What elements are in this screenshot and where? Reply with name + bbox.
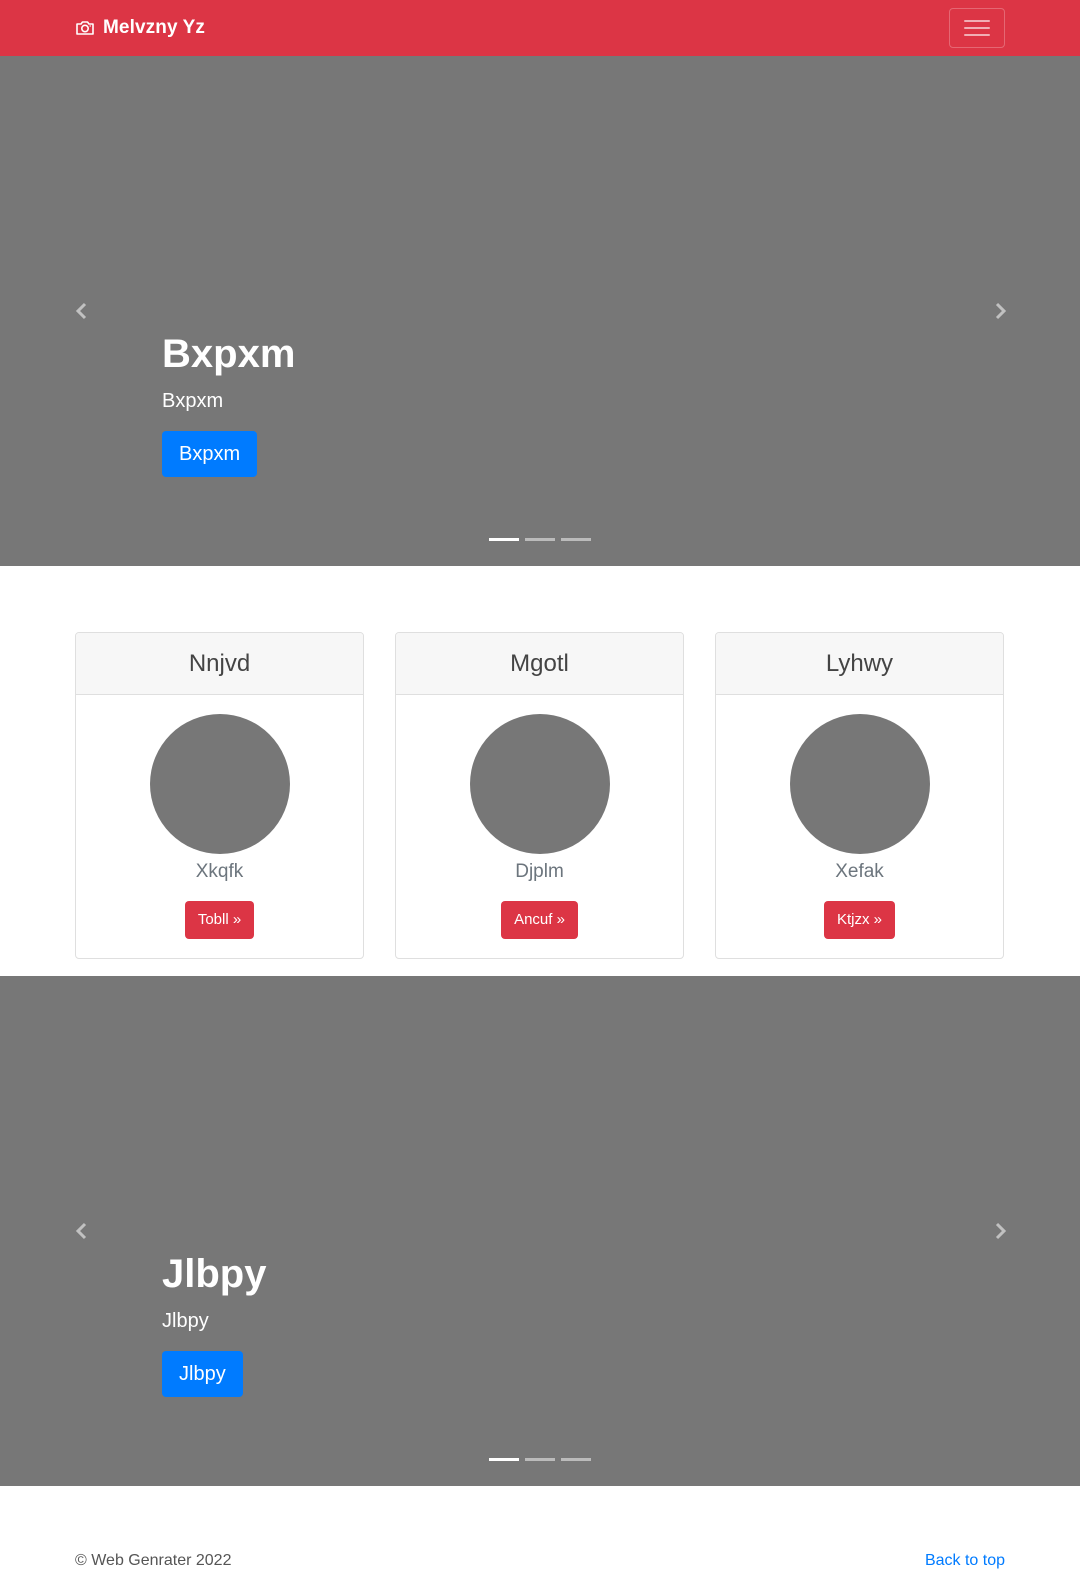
cards-row: Nnjvd Xkqfk Tobll » Mgotl Djplm Ancuf » … (75, 632, 1005, 959)
card-subtitle: Xkqfk (195, 861, 244, 882)
card-title: Nnjvd (188, 649, 251, 677)
camera-icon (76, 21, 94, 35)
card-button[interactable]: Ktjzx » (823, 901, 895, 939)
card-header: Mgotl (396, 633, 683, 695)
carousel-subtitle: Bxpxm (162, 390, 224, 412)
carousel-next-button[interactable] (915, 56, 1080, 566)
card-body: Xkqfk Tobll » (76, 695, 363, 939)
navbar: Melvzny Yz (0, 0, 1080, 56)
avatar (149, 714, 290, 854)
brand-name: Melvzny Yz (103, 17, 206, 38)
carousel-indicator[interactable] (561, 1458, 591, 1461)
carousel-indicators (0, 538, 1080, 541)
card-subtitle: Xefak (835, 861, 884, 882)
avatar (789, 714, 930, 854)
carousel-caption: Jlbpy Jlbpy Jlbpy (162, 1250, 266, 1397)
carousel-caption: Bxpxm Bxpxm Bxpxm (162, 330, 295, 477)
chevron-left-icon (75, 1222, 87, 1240)
card-button[interactable]: Tobll » (184, 901, 255, 939)
avatar (469, 714, 610, 854)
hamburger-menu-icon (964, 18, 990, 38)
carousel-cta-button[interactable]: Bxpxm (162, 431, 258, 477)
card: Mgotl Djplm Ancuf » (395, 632, 684, 959)
card-body: Djplm Ancuf » (396, 695, 683, 939)
card: Lyhwy Xefak Ktjzx » (715, 632, 1004, 959)
navbar-toggler-button[interactable] (949, 8, 1005, 48)
copyright-text: © Web Genrater 2022 (75, 1552, 232, 1569)
carousel-prev-button[interactable] (0, 56, 165, 566)
back-to-top-link[interactable]: Back to top (925, 1552, 1005, 1570)
navbar-brand[interactable]: Melvzny Yz (75, 16, 205, 40)
card-header: Lyhwy (716, 633, 1003, 695)
hero-carousel-bottom: Jlbpy Jlbpy Jlbpy (0, 976, 1080, 1486)
hero-carousel-top: Bxpxm Bxpxm Bxpxm (0, 56, 1080, 566)
card-subtitle: Djplm (515, 861, 564, 882)
footer: © Web Genrater 2022 Back to top (0, 1486, 1080, 1576)
carousel-indicators (0, 1458, 1080, 1461)
carousel-title: Bxpxm (162, 332, 296, 376)
carousel-next-button[interactable] (915, 976, 1080, 1486)
chevron-left-icon (75, 302, 87, 320)
card: Nnjvd Xkqfk Tobll » (75, 632, 364, 959)
card-title: Lyhwy (825, 649, 894, 677)
carousel-indicator[interactable] (525, 1458, 555, 1461)
carousel-indicator[interactable] (489, 538, 519, 541)
card-title: Mgotl (510, 649, 569, 677)
chevron-right-icon (995, 302, 1007, 320)
card-header: Nnjvd (76, 633, 363, 695)
carousel-prev-button[interactable] (0, 976, 165, 1486)
carousel-indicator[interactable] (489, 1458, 519, 1461)
carousel-cta-button[interactable]: Jlbpy (162, 1351, 243, 1397)
carousel-indicator[interactable] (561, 538, 591, 541)
carousel-indicator[interactable] (525, 538, 555, 541)
carousel-subtitle: Jlbpy (162, 1310, 209, 1332)
chevron-right-icon (995, 1222, 1007, 1240)
card-button[interactable]: Ancuf » (501, 901, 578, 939)
card-body: Xefak Ktjzx » (716, 695, 1003, 939)
carousel-title: Jlbpy (162, 1252, 267, 1296)
